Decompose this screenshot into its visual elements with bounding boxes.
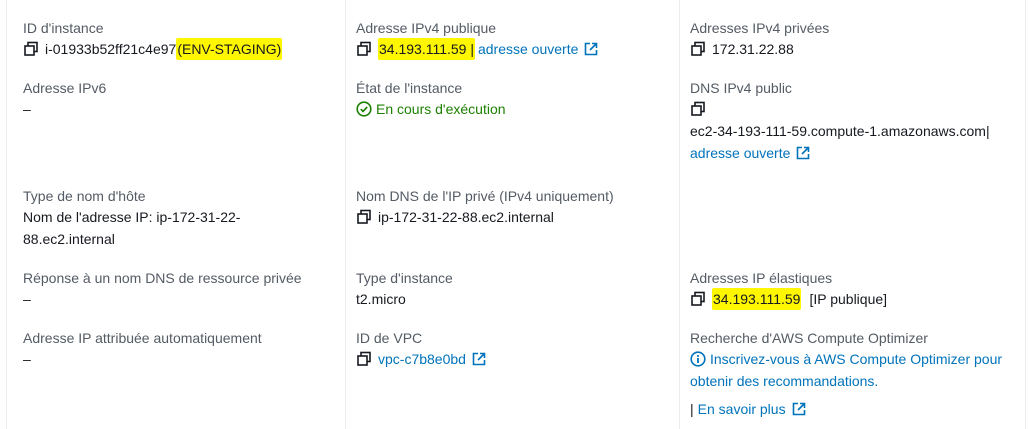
field-private-dns: Nom DNS de l'IP privé (IPv4 uniquement) …: [356, 186, 614, 228]
label-instance-id: ID d'instance: [23, 20, 104, 36]
label-instance-type: Type d'instance: [356, 270, 453, 286]
field-elastic-ip: Adresses IP élastiques 34.193.111.59 [IP…: [690, 268, 887, 310]
value-public-ipv4: 34.193.111.59 | adresse ouverte: [356, 38, 598, 60]
external-link-icon[interactable]: [472, 352, 486, 366]
copy-icon[interactable]: [356, 41, 372, 57]
success-check-icon: [356, 101, 372, 117]
info-icon: [690, 351, 706, 367]
field-instance-type: Type d'instance t2.micro: [356, 268, 453, 310]
external-link-icon[interactable]: [792, 402, 806, 416]
field-dns-answer: Réponse à un nom DNS de ressource privée…: [23, 268, 302, 310]
label-auto-ip: Adresse IP attribuée automatiquement: [23, 330, 262, 346]
optimizer-signup-link[interactable]: Inscrivez-vous à AWS Compute Optimizer p…: [710, 348, 1002, 370]
field-instance-id: ID d'instance i-01933b52ff21c4e97 (ENV-S…: [23, 18, 283, 60]
hostname-type-line1: Nom de l'adresse IP: ip-172-31-22-: [23, 209, 241, 225]
copy-icon[interactable]: [23, 41, 39, 57]
public-ipv4-open-link[interactable]: adresse ouverte: [478, 38, 578, 60]
private-dns-text: ip-172-31-22-88.ec2.internal: [378, 209, 554, 225]
public-dns-copy-row: [690, 98, 990, 120]
label-private-ipv4: Adresses IPv4 privées: [690, 20, 830, 36]
value-private-ipv4: 172.31.22.88: [690, 38, 829, 60]
public-ipv4-text: 34.193.111.59 |: [378, 38, 475, 60]
label-public-dns: DNS IPv4 public: [690, 80, 792, 96]
external-link-icon[interactable]: [584, 42, 598, 56]
copy-icon[interactable]: [690, 101, 706, 117]
auto-ip-value: –: [23, 351, 31, 367]
public-dns-link-row: adresse ouverte: [690, 142, 990, 164]
separator: |: [470, 41, 474, 57]
optimizer-link-row-2: obtenir des recommandations.: [690, 370, 1002, 392]
label-compute-optimizer: Recherche d'AWS Compute Optimizer: [690, 330, 928, 346]
label-ipv6: Adresse IPv6: [23, 80, 107, 96]
separator: |: [985, 123, 990, 139]
public-ipv4-address: 34.193.111.59: [379, 41, 467, 57]
field-hostname-type: Type de nom d'hôte Nom de l'adresse IP: …: [23, 186, 240, 250]
optimizer-signup-link-cont[interactable]: obtenir des recommandations.: [690, 370, 878, 392]
ipv6-value: –: [23, 101, 31, 117]
learn-more-link[interactable]: En savoir plus: [698, 398, 786, 420]
value-public-dns: ec2-34-193-111-59.compute-1.amazonaws.co…: [690, 120, 990, 142]
external-link-icon[interactable]: [796, 146, 810, 160]
field-instance-state: État de l'instance En cours d'exécution: [356, 78, 506, 120]
field-compute-optimizer: Recherche d'AWS Compute Optimizer Inscri…: [690, 328, 1002, 420]
label-elastic-ip: Adresses IP élastiques: [690, 270, 833, 286]
public-dns-text: ec2-34-193-111-59.compute-1.amazonaws.co…: [690, 123, 986, 139]
copy-icon[interactable]: [690, 41, 706, 57]
copy-icon[interactable]: [356, 209, 372, 225]
details-column-3: Adresses IPv4 privées 172.31.22.88 DNS I…: [679, 0, 1026, 429]
field-vpc: ID de VPC vpc-c7b8e0bd: [356, 328, 486, 370]
details-column-2: Adresse IPv4 publique 34.193.111.59 | ad…: [345, 0, 679, 429]
copy-icon[interactable]: [356, 351, 372, 367]
field-public-dns: DNS IPv4 public ec2-34-193-111-59.comput…: [690, 78, 990, 164]
label-vpc: ID de VPC: [356, 330, 423, 346]
field-private-ipv4: Adresses IPv4 privées 172.31.22.88: [690, 18, 829, 60]
hostname-type-line2: 88.ec2.internal: [23, 231, 115, 247]
separator: |: [690, 401, 694, 417]
field-ipv6: Adresse IPv6 –: [23, 78, 106, 120]
learn-more-row: | En savoir plus: [690, 398, 1002, 420]
label-hostname-type: Type de nom d'hôte: [23, 188, 146, 204]
instance-state-text: En cours d'exécution: [376, 101, 506, 117]
label-public-ipv4: Adresse IPv4 publique: [356, 20, 497, 36]
elastic-ip-text: 34.193.111.59: [712, 288, 802, 310]
value-private-dns: ip-172-31-22-88.ec2.internal: [356, 206, 614, 228]
dns-answer-value: –: [23, 291, 31, 307]
instance-type-value: t2.micro: [356, 291, 406, 307]
vpc-link[interactable]: vpc-c7b8e0bd: [378, 348, 466, 370]
public-dns-open-link[interactable]: adresse ouverte: [690, 142, 790, 164]
label-dns-answer: Réponse à un nom DNS de ressource privée: [23, 270, 302, 286]
instance-id-text: i-01933b52ff21c4e97: [45, 41, 177, 57]
value-vpc: vpc-c7b8e0bd: [356, 348, 486, 370]
value-instance-state: En cours d'exécution: [356, 98, 506, 120]
optimizer-link-row: Inscrivez-vous à AWS Compute Optimizer p…: [690, 348, 1002, 370]
details-column-1: ID d'instance i-01933b52ff21c4e97 (ENV-S…: [6, 0, 345, 429]
elastic-ip-suffix: [IP publique]: [809, 291, 888, 307]
instance-name-tag: (ENV-STAGING): [176, 38, 283, 60]
copy-icon[interactable]: [690, 291, 706, 307]
label-private-dns: Nom DNS de l'IP privé (IPv4 uniquement): [356, 188, 614, 204]
value-instance-id: i-01933b52ff21c4e97 (ENV-STAGING): [23, 38, 283, 60]
label-instance-state: État de l'instance: [356, 80, 463, 96]
field-auto-ip: Adresse IP attribuée automatiquement –: [23, 328, 262, 370]
value-elastic-ip: 34.193.111.59 [IP publique]: [690, 288, 887, 310]
private-ipv4-text: 172.31.22.88: [712, 41, 794, 57]
field-public-ipv4: Adresse IPv4 publique 34.193.111.59 | ad…: [356, 18, 598, 60]
